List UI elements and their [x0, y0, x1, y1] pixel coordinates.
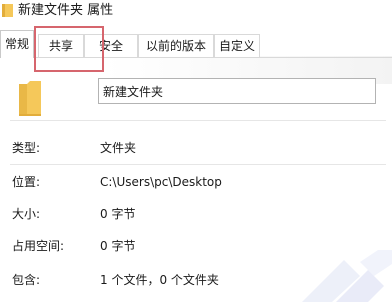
title-bar: 新建文件夹 属性 — [0, 0, 392, 24]
size-on-disk-value: 0 字节 — [100, 239, 136, 253]
separator — [10, 164, 386, 165]
location-label: 位置: — [12, 175, 41, 189]
tab-previous-versions[interactable]: 以前的版本 — [138, 34, 214, 57]
size-on-disk-label: 占用空间: — [12, 239, 65, 253]
size-value: 0 字节 — [100, 207, 136, 221]
separator — [10, 120, 386, 121]
folder-icon — [19, 81, 41, 116]
location-value: C:\Users\pc\Desktop — [100, 175, 222, 189]
tab-general[interactable]: 常规 — [0, 30, 34, 58]
tab-customize[interactable]: 自定义 — [214, 34, 260, 57]
sharing-tab-highlight-box — [34, 26, 104, 72]
type-value: 文件夹 — [100, 141, 137, 155]
contains-value: 1 个文件，0 个文件夹 — [100, 273, 219, 287]
contains-label: 包含: — [12, 273, 41, 287]
type-label: 类型: — [12, 141, 41, 155]
size-label: 大小: — [12, 207, 41, 221]
folder-icon — [2, 4, 13, 17]
watermark-graphic — [302, 250, 392, 302]
window-title: 新建文件夹 属性 — [18, 3, 114, 18]
folder-name-field[interactable] — [98, 78, 376, 104]
